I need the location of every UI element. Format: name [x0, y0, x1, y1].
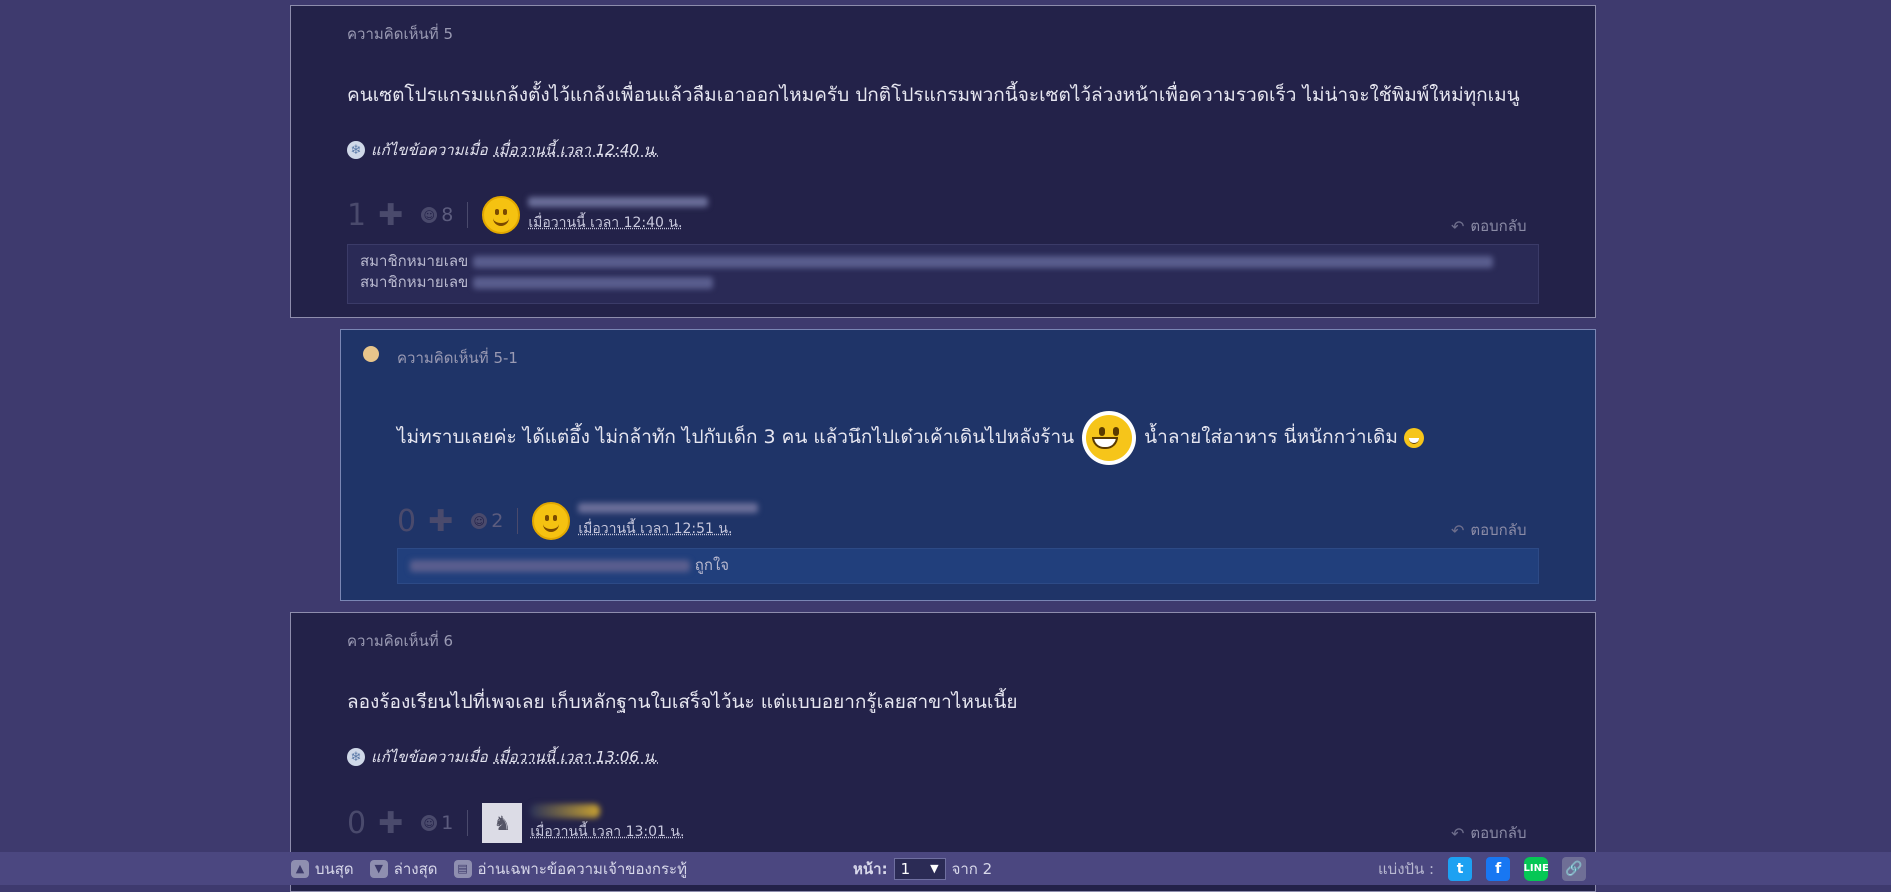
emotion-list: ถูกใจ — [397, 548, 1539, 584]
blurred-names — [473, 255, 1494, 268]
emotion-count[interactable]: 2 — [491, 510, 503, 532]
comment-card-6: ความคิดเห็นที่ 6 ลองร้องเรียนไปที่เพจเลย… — [290, 612, 1596, 892]
chevron-down-icon: ▼ — [930, 862, 939, 875]
page-nav: ▲ บนสุด ▼ ล่างสุด ▤ อ่านเฉพาะข้อความเจ้า… — [291, 857, 697, 881]
reply-button[interactable]: ↶ ตอบกลับ — [1451, 214, 1526, 238]
reply-arrow-icon: ↶ — [1451, 216, 1465, 236]
divider — [517, 508, 519, 534]
comment-text: คนเซตโปรแกรมแกล้งตั้งไว้แกล้งเพื่อนแล้วล… — [347, 84, 1520, 106]
share-bar: แบ่งปัน : t f LINE 🔗 — [1378, 856, 1587, 881]
divider — [467, 202, 469, 228]
plus-icon[interactable]: ✚ — [428, 504, 453, 539]
reply-label: ตอบกลับ — [1470, 824, 1527, 842]
post-time-link[interactable]: เมื่อวานนี้ เวลา 12:51 น. — [578, 518, 758, 540]
twitter-icon[interactable]: t — [1448, 856, 1473, 881]
page-label: หน้า: — [853, 859, 888, 878]
vote-count: 1 — [347, 197, 367, 233]
user-info: เมื่อวานนี้ เวลา 12:40 น. — [528, 196, 709, 234]
edit-snowflake-icon: ❄ — [347, 141, 365, 159]
comment-text-part-2: น้ำลายใส่อาหาร นี่หนักกว่าเดิม — [1144, 426, 1398, 448]
post-time-link[interactable]: เมื่อวานนี้ เวลา 12:40 น. — [528, 212, 708, 234]
emotion-icon[interactable]: ☺ — [421, 207, 438, 223]
owner-only-link[interactable]: อ่านเฉพาะข้อความเจ้าของกระทู้ — [478, 857, 687, 881]
emotion-count[interactable]: 1 — [441, 812, 453, 834]
edit-snowflake-icon: ❄ — [347, 748, 365, 766]
reply-button[interactable]: ↶ ตอบกลับ — [1451, 821, 1526, 845]
reply-label: ตอบกลับ — [1470, 521, 1527, 539]
comment-card-5: ความคิดเห็นที่ 5 คนเซตโปรแกรมแกล้งตั้งไว… — [290, 5, 1596, 318]
reply-arrow-icon: ↶ — [1451, 520, 1465, 540]
comment-text: ลองร้องเรียนไปที่เพจเลย เก็บหลักฐานใบเสร… — [347, 691, 1018, 713]
scroll-bottom-link[interactable]: ล่างสุด — [394, 857, 438, 881]
avatar[interactable]: ♞ — [482, 803, 523, 843]
emotion-text: ถูกใจ — [694, 556, 730, 574]
arrow-up-icon[interactable]: ▲ — [291, 859, 309, 878]
user-icon — [363, 346, 379, 362]
username-blurred[interactable] — [578, 502, 759, 513]
line-icon[interactable]: LINE — [1523, 856, 1549, 881]
emotion-line: สมาชิกหมายเลข — [360, 272, 1526, 293]
share-label: แบ่งปัน : — [1378, 859, 1435, 878]
plus-icon[interactable]: ✚ — [378, 806, 403, 841]
comment-text: ไม่ทราบเลยค่ะ ได้แต่อึ้ง ไม่กล้าทัก ไปกั… — [397, 410, 1424, 465]
comment-meta: 0 ✚ ☺ 2 เมื่อวานนี้ เวลา 12:51 น. — [397, 502, 759, 540]
pagination: หน้า: 1 ▼ จาก 2 — [853, 857, 992, 881]
username-blurred[interactable] — [530, 803, 601, 818]
reply-label: ตอบกลับ — [1470, 217, 1527, 235]
blurred-names — [473, 276, 714, 289]
username-blurred[interactable] — [528, 196, 709, 207]
user-info: เมื่อวานนี้ เวลา 13:01 น. — [530, 803, 684, 843]
vote-count: 0 — [347, 805, 367, 841]
plus-icon[interactable]: ✚ — [378, 198, 403, 233]
edit-time-link[interactable]: เมื่อวานนี้ เวลา 13:06 น. — [494, 745, 659, 769]
divider — [467, 810, 469, 836]
bottom-toolbar: ▲ บนสุด ▼ ล่างสุด ▤ อ่านเฉพาะข้อความเจ้า… — [0, 852, 1891, 885]
avatar[interactable] — [482, 196, 521, 234]
vote-count: 0 — [397, 503, 417, 539]
comment-meta: 0 ✚ ☺ 1 ♞ เมื่อวานนี้ เวลา 13:01 น. — [347, 803, 684, 843]
page-total: จาก 2 — [951, 859, 993, 878]
laugh-emoji-icon — [1403, 427, 1424, 448]
owner-filter-icon[interactable]: ▤ — [453, 859, 472, 878]
emotion-icon[interactable]: ☺ — [421, 815, 438, 831]
user-info: เมื่อวานนี้ เวลา 12:51 น. — [578, 502, 759, 540]
grin-emoji-icon — [1082, 410, 1137, 465]
comment-meta: 1 ✚ ☺ 8 เมื่อวานนี้ เวลา 12:40 น. — [347, 196, 709, 234]
edit-info: ❄ แก้ไขข้อความเมื่อ เมื่อวานนี้ เวลา 13:… — [347, 745, 659, 769]
edit-label: แก้ไขข้อความเมื่อ — [371, 748, 488, 766]
comment-number: ความคิดเห็นที่ 5 — [347, 25, 454, 43]
comment-card-5-1: ความคิดเห็นที่ 5-1 ไม่ทราบเลยค่ะ ได้แต่อ… — [340, 329, 1596, 601]
reply-button[interactable]: ↶ ตอบกลับ — [1451, 518, 1526, 542]
reply-arrow-icon: ↶ — [1451, 823, 1465, 843]
page-select[interactable]: 1 ▼ — [893, 857, 946, 880]
emotion-line: สมาชิกหมายเลข — [360, 251, 1526, 272]
comment-number: ความคิดเห็นที่ 5-1 — [397, 349, 518, 367]
edit-time-link[interactable]: เมื่อวานนี้ เวลา 12:40 น. — [494, 138, 659, 162]
link-icon[interactable]: 🔗 — [1562, 856, 1587, 881]
edit-label: แก้ไขข้อความเมื่อ — [371, 141, 488, 159]
comment-number: ความคิดเห็นที่ 6 — [347, 632, 454, 650]
blurred-names — [410, 559, 690, 572]
page-select-value: 1 — [900, 859, 911, 878]
avatar[interactable] — [532, 502, 571, 540]
emotion-count[interactable]: 8 — [441, 204, 453, 226]
edit-info: ❄ แก้ไขข้อความเมื่อ เมื่อวานนี้ เวลา 12:… — [347, 138, 659, 162]
scroll-top-link[interactable]: บนสุด — [315, 857, 354, 881]
facebook-icon[interactable]: f — [1486, 856, 1511, 881]
arrow-down-icon[interactable]: ▼ — [369, 859, 388, 878]
emotion-list: สมาชิกหมายเลข สมาชิกหมายเลข — [347, 244, 1539, 304]
comment-text-part-1: ไม่ทราบเลยค่ะ ได้แต่อึ้ง ไม่กล้าทัก ไปกั… — [397, 426, 1075, 448]
post-time-link[interactable]: เมื่อวานนี้ เวลา 13:01 น. — [530, 821, 684, 843]
emotion-icon[interactable]: ☺ — [471, 513, 488, 529]
